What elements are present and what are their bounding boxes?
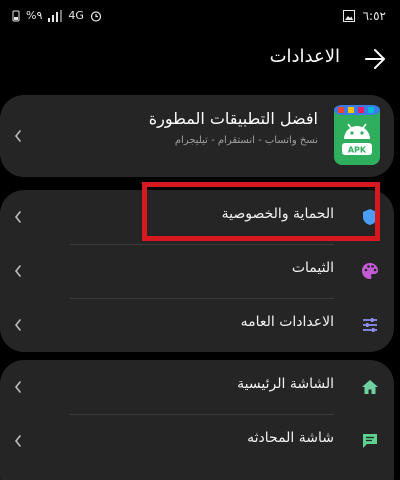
- settings-item-themes[interactable]: الثيمات: [0, 244, 394, 298]
- status-bar-right: ٦:٥٢: [342, 9, 386, 23]
- status-bar-left: %٩ 4G: [12, 9, 102, 22]
- apk-app-icon: APK: [334, 105, 380, 165]
- settings-group-2: الشاشة الرئيسية شاشة المحادثه: [0, 360, 394, 480]
- battery-icon: [12, 10, 20, 21]
- settings-item-label: شاشة المحادثه: [247, 430, 334, 446]
- featured-app-card[interactable]: APK افضل التطبيقات المطورة نسخ واتساب - …: [0, 95, 394, 177]
- clock: ٦:٥٢: [362, 9, 386, 23]
- chevron-left-icon: [14, 211, 21, 223]
- app-bar: الاعدادات: [0, 36, 400, 82]
- chevron-left-icon: [14, 319, 21, 331]
- app-subtitle: نسخ واتساب - انستقرام - تيليجرام: [174, 135, 318, 146]
- settings-item-label: الاعدادات العامه: [240, 314, 334, 330]
- settings-item-general[interactable]: الاعدادات العامه: [0, 298, 394, 352]
- highlight-box: [142, 182, 380, 241]
- sliders-icon: [363, 318, 377, 332]
- alarm-icon: [90, 10, 102, 22]
- gallery-icon: [342, 10, 355, 22]
- chevron-left-icon: [14, 130, 21, 142]
- settings-item-home[interactable]: الشاشة الرئيسية: [0, 360, 394, 414]
- signal-icon: [48, 9, 63, 22]
- settings-item-chat[interactable]: شاشة المحادثه: [0, 414, 394, 468]
- status-bar: %٩ 4G ٦:٥٢: [0, 0, 400, 36]
- chevron-left-icon: [14, 381, 21, 393]
- chevron-left-icon: [14, 265, 21, 277]
- home-icon: [362, 380, 378, 394]
- settings-item-label: الشاشة الرئيسية: [237, 376, 334, 392]
- battery-percent: %٩: [26, 9, 43, 22]
- apk-label: APK: [348, 146, 367, 155]
- chat-icon: [363, 434, 377, 448]
- palette-icon: [362, 263, 378, 279]
- app-title: افضل التطبيقات المطورة: [148, 109, 318, 128]
- network-type: 4G: [68, 9, 84, 22]
- settings-item-label: الثيمات: [291, 260, 334, 276]
- back-arrow-icon[interactable]: [362, 46, 388, 72]
- page-title: الاعدادات: [269, 46, 340, 67]
- chevron-left-icon: [14, 435, 21, 447]
